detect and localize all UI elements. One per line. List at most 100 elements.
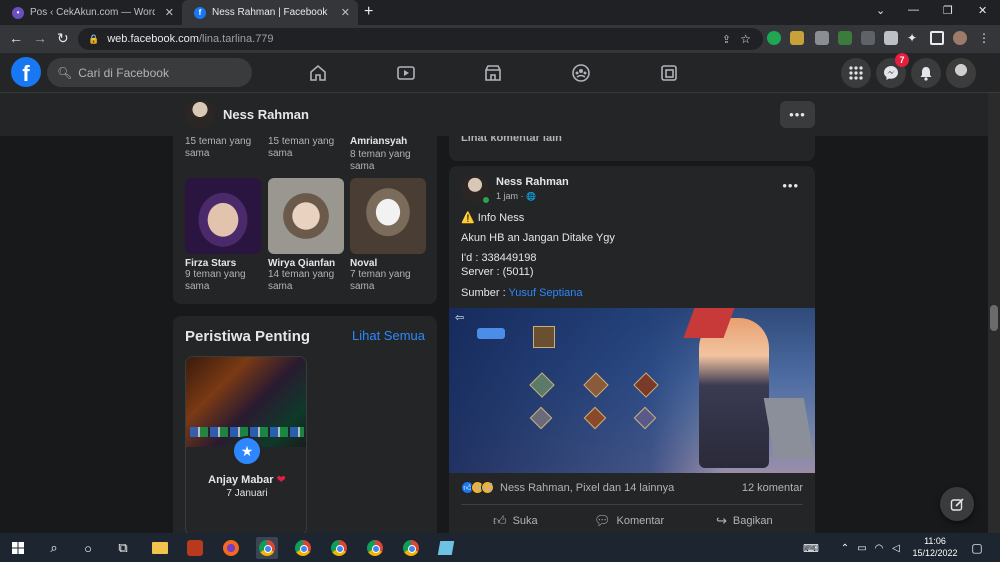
event-name: Anjay Mabar ❤ (208, 474, 286, 486)
extension-leaf-icon[interactable] (838, 31, 852, 45)
chrome-icon[interactable] (256, 537, 278, 559)
groups-icon[interactable] (569, 61, 593, 85)
marketplace-icon[interactable] (481, 61, 505, 85)
extensions-puzzle-icon[interactable]: ✦ (907, 31, 921, 45)
view-more-comments-link[interactable]: Lihat komentar lain (461, 136, 562, 144)
more-options-button[interactable]: ••• (780, 101, 815, 128)
messenger-unread-badge: 7 (895, 53, 909, 67)
heart-icon: ❤ (276, 474, 286, 486)
firefox-icon[interactable] (220, 537, 242, 559)
keyboard-icon[interactable]: ⌨ (800, 537, 822, 559)
facebook-search[interactable]: 🔍︎ (47, 58, 252, 87)
taskbar-time[interactable]: 11:06 (900, 536, 970, 546)
friend-mutual: 9 teman yang sama (185, 269, 246, 292)
avatar[interactable] (185, 99, 215, 129)
extension-recycle-icon[interactable] (861, 31, 875, 45)
comment-button[interactable]: 💬︎ Komentar (594, 513, 664, 529)
restore-icon[interactable]: ❐ (943, 4, 953, 17)
wordpress-favicon-icon: • (12, 6, 24, 19)
post-options-button[interactable]: ••• (782, 178, 799, 193)
task-view-icon[interactable]: ⧉ (112, 537, 134, 559)
extension-yellow-icon[interactable] (790, 31, 804, 45)
facebook-favicon-icon: f (194, 6, 206, 19)
profile-avatar-icon[interactable] (953, 31, 967, 45)
event-image[interactable] (186, 357, 306, 447)
friend-name[interactable]: Wirya Qianfan (268, 258, 344, 269)
friends-card: 15 teman yang sama 15 teman yang sama Am… (173, 136, 437, 304)
window-close-icon[interactable]: ✕ (978, 4, 987, 17)
menu-grid-icon[interactable] (841, 58, 871, 88)
friend-photo[interactable] (350, 178, 426, 254)
file-explorer-icon[interactable] (149, 537, 171, 559)
cortana-icon[interactable]: ○ (77, 537, 99, 559)
game-app-icon[interactable] (184, 537, 206, 559)
friend-name[interactable]: Noval (350, 258, 426, 269)
friend-item[interactable]: Firza Stars 9 teman yang sama (185, 178, 261, 293)
see-all-link[interactable]: Lihat Semua (352, 328, 425, 343)
extension-green-icon[interactable] (767, 31, 781, 45)
chrome-icon[interactable] (328, 537, 350, 559)
facebook-logo-icon[interactable]: f (11, 57, 41, 87)
friend-item[interactable]: Noval 7 teman yang sama (350, 178, 426, 293)
share-icon[interactable]: ⇪ (722, 33, 731, 46)
source-link[interactable]: Yusuf Septiana (509, 287, 583, 299)
friend-photo[interactable] (185, 178, 261, 254)
search-icon[interactable]: ⌕ (43, 537, 65, 559)
like-button[interactable]: 👍︎ Suka (493, 513, 538, 529)
extension-shield-icon[interactable] (815, 31, 829, 45)
chrome-icon[interactable] (292, 537, 314, 559)
friend-mutual: 14 teman yang sama (268, 269, 335, 292)
friend-name[interactable]: Amriansyah (350, 136, 440, 148)
tab-wordpress[interactable]: • Pos ‹ CekAkun.com — WordPress ✕ (0, 0, 182, 25)
reload-icon[interactable]: ↻ (57, 30, 69, 47)
post-source: Sumber : Yusuf Septiana (461, 287, 583, 299)
side-panel-icon[interactable] (930, 31, 944, 45)
event-item[interactable]: ★ Anjay Mabar ❤ 7 Januari (185, 356, 307, 533)
windows-start-icon[interactable] (7, 537, 29, 559)
reactions-summary[interactable]: 👍︎ 😆︎ 🥰︎ Ness Rahman, Pixel dan 14 lainn… (461, 481, 674, 494)
chrome-icon[interactable] (364, 537, 386, 559)
close-tab-icon[interactable]: ✕ (165, 6, 174, 19)
post-timestamp[interactable]: 1 jam · 🌐 (496, 191, 536, 201)
chrome-icon[interactable] (400, 537, 422, 559)
watch-icon[interactable] (394, 61, 418, 85)
account-avatar[interactable] (946, 58, 976, 88)
friend-mutual: 15 teman yang sama (185, 136, 252, 159)
tab-search-icon[interactable]: ⌄ (876, 4, 885, 17)
forward-icon[interactable]: → (33, 30, 47, 46)
new-message-button[interactable] (940, 487, 974, 521)
notifications-bell-icon[interactable] (911, 58, 941, 88)
back-icon[interactable]: ← (9, 30, 23, 46)
address-bar[interactable]: 🔒 web.facebook.com /lina.tarlina.779 ⇪ ☆ (78, 28, 763, 50)
taskbar-date[interactable]: 15/12/2022 (900, 548, 970, 558)
share-button[interactable]: ↪ Bagikan (716, 513, 773, 529)
friend-photo[interactable] (268, 178, 344, 254)
lock-icon[interactable]: 🔒 (88, 34, 99, 45)
extension-box-icon[interactable] (884, 31, 898, 45)
post-line-3: I'd : 338449198 (461, 252, 537, 264)
bookmark-star-icon[interactable]: ☆ (740, 32, 751, 46)
post-card: Ness Rahman 1 jam · 🌐 ••• ⚠️ Info Ness A… (449, 166, 815, 533)
gaming-icon[interactable] (657, 61, 681, 85)
share-arrow-icon: ↪ (716, 513, 727, 528)
back-arrow-icon: ⇦ (455, 312, 465, 324)
close-tab-icon[interactable]: ✕ (341, 6, 350, 19)
home-icon[interactable] (306, 61, 330, 85)
post-author[interactable]: Ness Rahman (496, 176, 569, 188)
tab-facebook[interactable]: f Ness Rahman | Facebook ✕ (182, 0, 358, 25)
post-image[interactable]: ⇦ (449, 308, 815, 473)
reactions-text: Ness Rahman, Pixel dan 14 lainnya (500, 481, 675, 494)
profile-sticky-bar: Ness Rahman ••• (0, 93, 988, 136)
friend-item[interactable]: Wirya Qianfan 14 teman yang sama (268, 178, 344, 293)
star-icon: ★ (232, 436, 262, 466)
comments-count[interactable]: 12 komentar (742, 482, 803, 494)
friend-name[interactable]: Firza Stars (185, 258, 261, 269)
scrollbar-thumb[interactable] (990, 305, 998, 331)
minimize-icon[interactable]: — (908, 4, 919, 16)
browser-menu-icon[interactable]: ⋮ (978, 31, 992, 45)
new-tab-icon[interactable]: + (364, 3, 373, 21)
search-input[interactable] (78, 65, 239, 80)
notepad-icon[interactable] (435, 537, 457, 559)
online-status-dot (482, 196, 490, 204)
profile-name[interactable]: Ness Rahman (223, 107, 309, 122)
